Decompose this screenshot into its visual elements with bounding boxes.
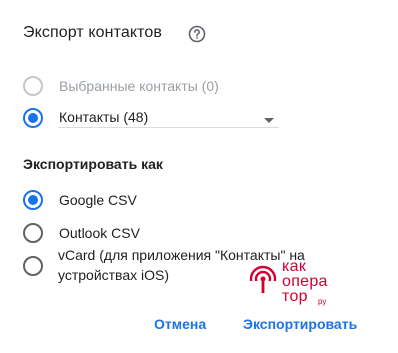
export-format-heading: Экспортировать как bbox=[23, 156, 163, 172]
export-contacts-dialog: Экспорт контактов Выбранные контакты (0)… bbox=[0, 0, 398, 353]
watermark-logo: как опера тор ру bbox=[249, 257, 349, 307]
dialog-title: Экспорт контактов bbox=[23, 24, 162, 41]
watermark-signal-icon bbox=[249, 265, 277, 293]
caret-down-icon[interactable] bbox=[264, 118, 274, 123]
help-circle-icon[interactable] bbox=[188, 25, 206, 43]
watermark-suffix: ру bbox=[318, 297, 327, 306]
cancel-button[interactable]: Отмена bbox=[154, 316, 206, 332]
radio-selected-contacts[interactable] bbox=[23, 76, 43, 96]
contacts-dropdown-underline[interactable] bbox=[58, 127, 279, 128]
radio-outlook-csv-label: Outlook CSV bbox=[59, 225, 140, 241]
radio-all-contacts[interactable] bbox=[23, 108, 43, 128]
radio-vcard[interactable] bbox=[23, 256, 43, 276]
radio-selected-contacts-label: Выбранные контакты (0) bbox=[59, 78, 219, 94]
radio-outlook-csv[interactable] bbox=[23, 223, 43, 243]
radio-google-csv[interactable] bbox=[23, 190, 43, 210]
watermark-line-3: тор bbox=[282, 288, 308, 305]
radio-all-contacts-label: Контакты (48) bbox=[59, 109, 149, 125]
radio-google-csv-label: Google CSV bbox=[59, 192, 137, 208]
export-button[interactable]: Экспортировать bbox=[243, 316, 357, 332]
